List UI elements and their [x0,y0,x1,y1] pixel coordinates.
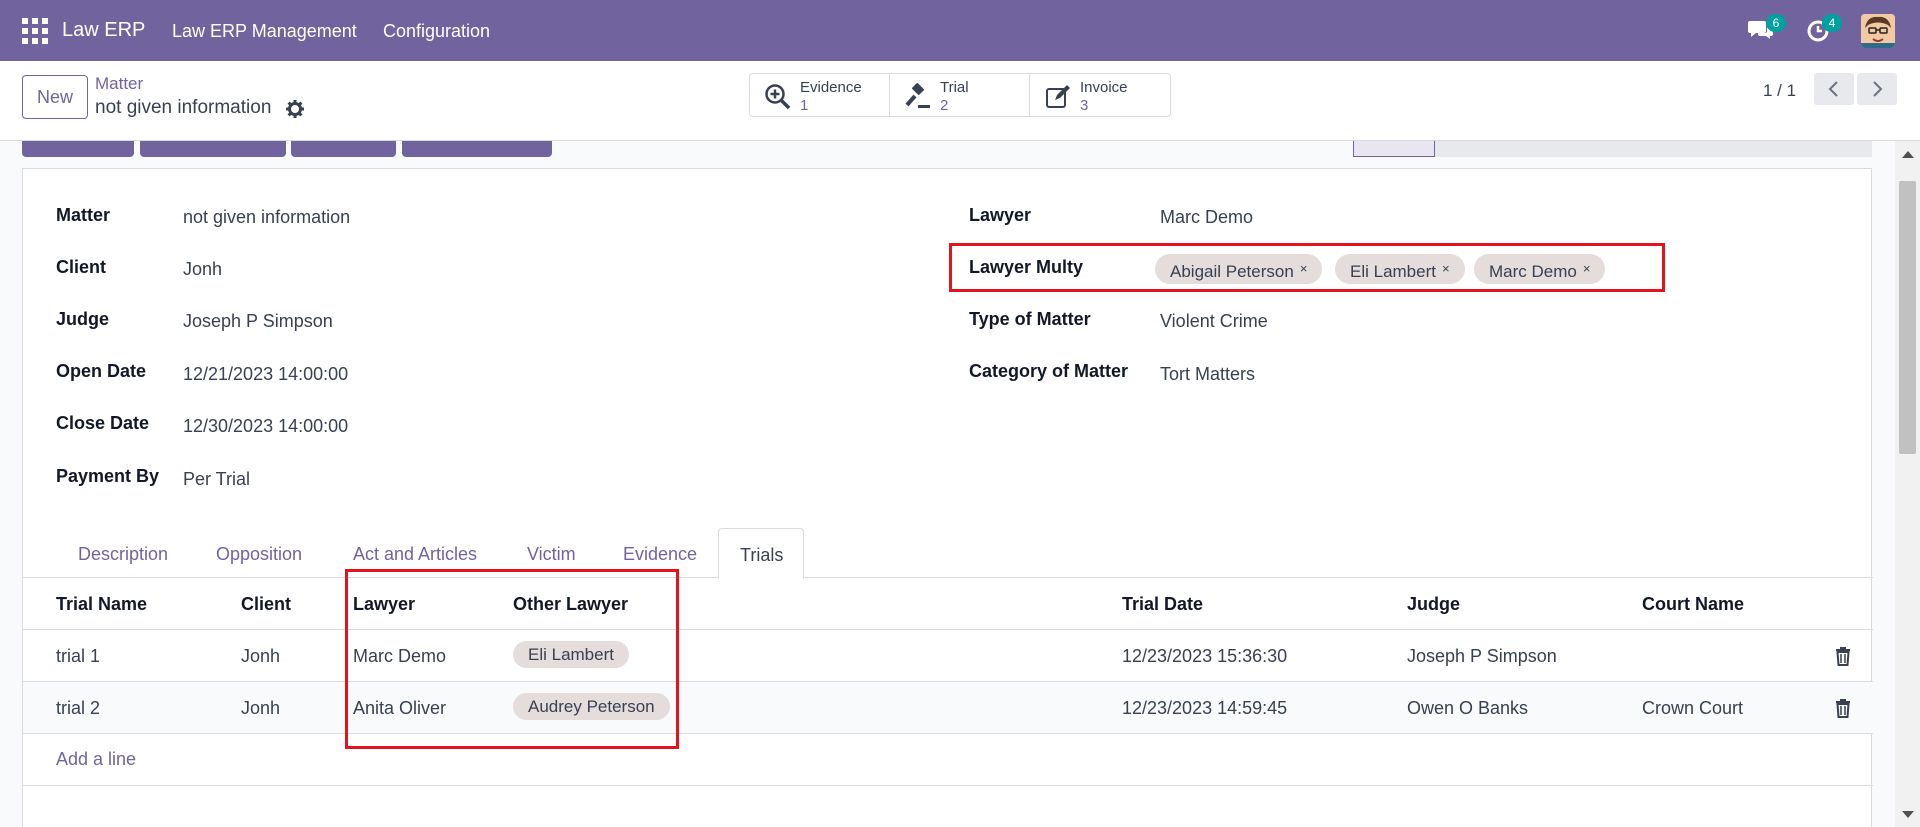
add-line-row [23,734,1873,786]
invoice-label: Invoice [1080,79,1128,96]
trash-icon[interactable] [1834,698,1852,718]
smart-buttons: Evidence 1 Trial 2 Invoice 3 [749,73,1171,117]
matter-value[interactable]: not given information [183,207,350,228]
vertical-scrollbar[interactable] [1895,141,1920,827]
client-label: Client [56,257,107,277]
edit-icon [1046,85,1070,108]
invoice-smart-button[interactable]: Invoice 3 [1030,74,1170,116]
payment-by-label: Payment By [56,466,160,486]
type-of-matter-label: Type of Matter [969,309,1091,329]
evidence-label: Evidence [800,79,862,96]
tab-evidence[interactable]: Evidence [623,544,697,565]
pager-next-button[interactable] [1857,73,1897,105]
trial-name-cell: trial 2 [56,698,101,718]
gear-icon[interactable] [285,99,305,119]
apps-grid-icon[interactable] [22,18,48,44]
client-value[interactable]: Jonh [183,259,222,280]
form-sheet: Matter not given information Client Jonh… [22,168,1873,827]
menu-configuration[interactable]: Configuration [383,21,490,42]
trial-date-cell: 12/23/2023 14:59:45 [1122,698,1288,718]
lawyer-value[interactable]: Marc Demo [1160,207,1253,228]
column-trial-date[interactable]: Trial Date [1122,594,1203,615]
approve-button[interactable] [22,141,134,157]
client-cell: Jonh [241,646,281,666]
pager-previous-button[interactable] [1814,73,1854,105]
column-trial-name[interactable]: Trial Name [56,594,147,615]
judge-value[interactable]: Joseph P Simpson [183,311,333,332]
trial-label: Trial [940,79,969,96]
chevron-right-icon [1873,81,1883,97]
trial-date-cell: 12/23/2023 15:36:30 [1122,646,1288,666]
gavel-icon [905,83,930,108]
close-date-value[interactable]: 12/30/2023 14:00:00 [183,416,348,437]
close-date-label: Close Date [56,413,150,433]
judge-cell: Joseph P Simpson [1407,646,1557,666]
judge-label: Judge [56,309,110,329]
tab-trials[interactable]: Trials [718,528,804,579]
column-client[interactable]: Client [241,594,291,615]
highlight-box-trial-lawyers [345,569,679,749]
status-stages[interactable] [1435,141,1872,157]
column-judge[interactable]: Judge [1407,594,1460,615]
user-avatar[interactable] [1861,14,1895,48]
tab-victim[interactable]: Victim [527,544,576,565]
app-brand[interactable]: Law ERP [62,19,145,42]
control-panel: New Matter not given information Evidenc… [0,61,1920,141]
add-trial-button[interactable] [291,141,396,157]
matter-label: Matter [56,205,111,225]
evidence-smart-button[interactable]: Evidence 1 [750,74,890,116]
highlight-box-lawyer-multy [949,243,1665,292]
evidence-count: 1 [800,97,809,114]
trial-name-cell: trial 1 [56,646,101,666]
tab-description[interactable]: Description [78,544,168,565]
trash-icon[interactable] [1834,646,1852,666]
invoice-count: 3 [1080,97,1089,114]
breadcrumb-current: not given information [95,97,272,118]
top-navbar: Law ERP Law ERP Management Configuration… [0,0,1920,61]
lawyer-label: Lawyer [969,205,1032,225]
scroll-up-arrow-icon[interactable] [1902,151,1914,158]
activities-badge: 4 [1822,14,1842,32]
table-row[interactable]: trial 1 Jonh Marc Demo Eli Lambert 12/23… [23,630,1873,682]
scroll-down-arrow-icon[interactable] [1902,811,1914,818]
form-statusbar [22,141,1872,157]
search-plus-icon [765,84,791,110]
notebook-tabs: Description Opposition Act and Articles … [23,528,1873,579]
add-line-link[interactable]: Add a line [56,749,136,770]
breadcrumb-parent[interactable]: Matter [95,74,143,94]
judge-cell: Owen O Banks [1407,698,1529,718]
trial-smart-button[interactable]: Trial 2 [890,74,1030,116]
open-date-label: Open Date [56,361,147,381]
tab-act-and-articles[interactable]: Act and Articles [353,544,477,565]
trials-table-header: Trial Name Client Lawyer Other Lawyer Tr… [23,578,1873,630]
table-row[interactable]: trial 2 Jonh Anita Oliver Audrey Peterso… [23,682,1873,734]
court-name-cell: Crown Court [1642,698,1744,718]
new-button[interactable]: New [22,75,88,119]
add-evidence-button[interactable] [140,141,286,157]
pager-value[interactable]: 1 / 1 [1763,81,1796,101]
create-invoice-button[interactable] [402,141,552,157]
column-court-name[interactable]: Court Name [1642,594,1744,615]
client-cell: Jonh [241,698,281,718]
category-of-matter-value[interactable]: Tort Matters [1160,364,1255,385]
status-draft[interactable] [1353,141,1435,157]
tab-opposition[interactable]: Opposition [216,544,302,565]
payment-by-value[interactable]: Per Trial [183,469,250,490]
type-of-matter-value[interactable]: Violent Crime [1160,311,1268,332]
scroll-thumb[interactable] [1899,181,1916,454]
open-date-value[interactable]: 12/21/2023 14:00:00 [183,364,348,385]
category-of-matter-label: Category of Matter [969,361,1129,381]
chevron-left-icon [1828,81,1838,97]
menu-law-erp-management[interactable]: Law ERP Management [172,21,357,42]
messages-badge: 6 [1766,14,1786,32]
trial-count: 2 [940,97,949,114]
